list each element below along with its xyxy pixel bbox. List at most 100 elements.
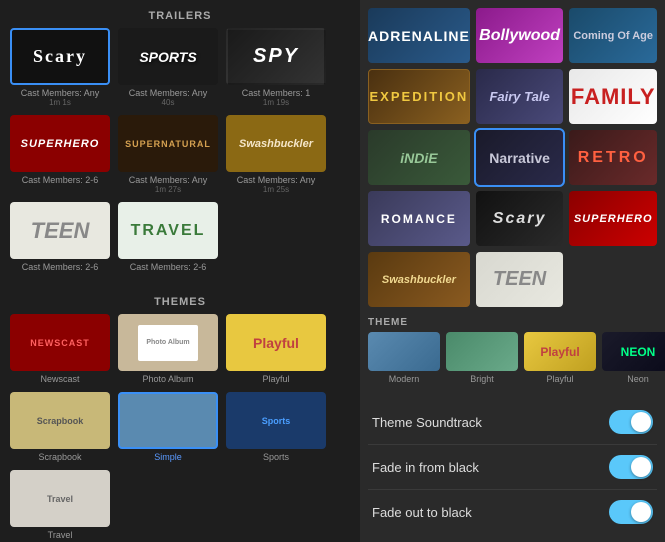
theme-item-scrapbook[interactable]: Scrapbook Scrapbook: [10, 392, 110, 462]
toggle-knob-fade-in: [631, 457, 651, 477]
theme-scroll-item-playful[interactable]: Playful Playful: [524, 332, 596, 384]
trailer-cell-expedition[interactable]: EXPEDITION: [368, 69, 470, 124]
themes-section-title: THEMES: [0, 286, 360, 314]
theme-thumb-newscast[interactable]: NEWSCAST: [10, 314, 110, 371]
trailer-sub-spy: 1m 19s: [263, 98, 289, 107]
theme-scroll-label-neon: Neon: [627, 374, 649, 384]
trailer-item-swashbuckler[interactable]: Swashbuckler Cast Members: Any 1m 25s: [226, 115, 326, 194]
theme-thumb-photoalbum[interactable]: Photo Album: [118, 314, 218, 371]
trailer-row-1: Scary Cast Members: Any 1m 1s SPORTS Cas…: [0, 28, 360, 107]
toggle-knob-fade-out: [631, 502, 651, 522]
left-panel: TRAILERS Scary Cast Members: Any 1m 1s S…: [0, 0, 360, 542]
themes-row-2: Scrapbook Scrapbook Simple Sports Sports: [0, 392, 360, 462]
theme-thumb-playful[interactable]: Playful: [226, 314, 326, 371]
theme-scroll-thumb-playful[interactable]: Playful: [524, 332, 596, 371]
trailer-item-scary[interactable]: Scary Cast Members: Any 1m 1s: [10, 28, 110, 107]
theme-item-playful[interactable]: Playful Playful: [226, 314, 326, 384]
theme-scroll-row: Modern Bright Playful Playful NEON Neon: [360, 332, 665, 392]
theme-label-newscast: Newscast: [40, 374, 79, 384]
trailer-row-2: SUPERHERO Cast Members: 2-6 SUPERNATURAL…: [0, 115, 360, 194]
trailer-cell-teen[interactable]: TEEN: [476, 252, 564, 307]
theme-scroll-item-neon[interactable]: NEON Neon: [602, 332, 665, 384]
setting-label-theme-soundtrack: Theme Soundtrack: [372, 415, 482, 430]
setting-row-theme-soundtrack: Theme Soundtrack: [368, 400, 657, 444]
trailer-cell-scary[interactable]: Scary: [476, 191, 564, 246]
trailer-item-superhero[interactable]: SUPERHERO Cast Members: 2-6: [10, 115, 110, 194]
trailer-label-swashbuckler: Cast Members: Any: [237, 175, 316, 185]
theme-scroll-thumb-bright[interactable]: [446, 332, 518, 371]
theme-scroll-item-modern[interactable]: Modern: [368, 332, 440, 384]
toggle-fade-in[interactable]: [609, 455, 653, 479]
theme-scroll-label-modern: Modern: [389, 374, 420, 384]
trailer-thumb-superhero[interactable]: SUPERHERO: [10, 115, 110, 172]
setting-row-fade-out: Fade out to black: [368, 489, 657, 534]
theme-item-sports-th[interactable]: Sports Sports: [226, 392, 326, 462]
theme-label-playful: Playful: [262, 374, 289, 384]
theme-label-sports-th: Sports: [263, 452, 289, 462]
trailer-thumb-travel[interactable]: TRAVEL: [118, 202, 218, 259]
theme-label-photoalbum: Photo Album: [142, 374, 193, 384]
trailer-cell-fairytale[interactable]: Fairy Tale: [476, 69, 564, 124]
trailer-item-sports[interactable]: SPORTS Cast Members: Any 40s: [118, 28, 218, 107]
theme-scroll-thumb-neon[interactable]: NEON: [602, 332, 665, 371]
trailer-cell-retro[interactable]: RETRO: [569, 130, 657, 185]
trailer-cell-comingofage[interactable]: Coming Of Age: [569, 8, 657, 63]
trailer-cell-narrative[interactable]: Narrative: [476, 130, 564, 185]
trailer-item-spy[interactable]: SPY Cast Members: 1 1m 19s: [226, 28, 326, 107]
trailer-sub-swashbuckler: 1m 25s: [263, 185, 289, 194]
setting-label-fade-out: Fade out to black: [372, 505, 472, 520]
trailer-label-sports: Cast Members: Any: [129, 88, 208, 98]
trailer-item-supernatural[interactable]: SUPERNATURAL Cast Members: Any 1m 27s: [118, 115, 218, 194]
themes-row-1: NEWSCAST Newscast Photo Album Photo Albu…: [0, 314, 360, 384]
trailer-cell-swashbuckler[interactable]: Swashbuckler: [368, 252, 470, 307]
right-panel: ADRENALINE Bollywood Coming Of Age EXPED…: [360, 0, 665, 542]
theme-scroll-label-bright: Bright: [470, 374, 494, 384]
trailer-grid: ADRENALINE Bollywood Coming Of Age EXPED…: [360, 0, 665, 311]
trailer-label-spy: Cast Members: 1: [242, 88, 311, 98]
theme-item-simple[interactable]: Simple: [118, 392, 218, 462]
trailer-thumb-supernatural[interactable]: SUPERNATURAL: [118, 115, 218, 172]
theme-item-photoalbum[interactable]: Photo Album Photo Album: [118, 314, 218, 384]
theme-label-scrapbook: Scrapbook: [38, 452, 81, 462]
trailer-label-travel: Cast Members: 2-6: [130, 262, 207, 272]
trailer-label-scary: Cast Members: Any: [21, 88, 100, 98]
setting-row-fade-in: Fade in from black: [368, 444, 657, 489]
trailer-row-3: TEEN Cast Members: 2-6 TRAVEL Cast Membe…: [0, 202, 360, 272]
setting-label-fade-in: Fade in from black: [372, 460, 479, 475]
theme-thumb-simple[interactable]: [118, 392, 218, 449]
theme-thumb-sports[interactable]: Sports: [226, 392, 326, 449]
theme-thumb-scrapbook[interactable]: Scrapbook: [10, 392, 110, 449]
theme-scroll-label-playful: Playful: [546, 374, 573, 384]
trailer-thumb-teen[interactable]: TEEN: [10, 202, 110, 259]
theme-scroll-thumb-modern[interactable]: [368, 332, 440, 371]
trailer-cell-romance[interactable]: ROMANCE: [368, 191, 470, 246]
settings-section: Theme Soundtrack Fade in from black Fade…: [360, 392, 665, 542]
trailer-cell-family[interactable]: FAMILY: [569, 69, 657, 124]
theme-item-travel-th[interactable]: Travel Travel: [10, 470, 110, 540]
theme-label-simple: Simple: [154, 452, 182, 462]
trailer-label-teen: Cast Members: 2-6: [22, 262, 99, 272]
trailer-sub-scary: 1m 1s: [49, 98, 71, 107]
trailer-label-supernatural: Cast Members: Any: [129, 175, 208, 185]
trailer-thumb-scary[interactable]: Scary: [10, 28, 110, 85]
theme-thumb-travel[interactable]: Travel: [10, 470, 110, 527]
theme-scroll-item-bright[interactable]: Bright: [446, 332, 518, 384]
toggle-fade-out[interactable]: [609, 500, 653, 524]
toggle-theme-soundtrack[interactable]: [609, 410, 653, 434]
themes-row-3: Travel Travel: [0, 470, 360, 540]
trailer-item-travel[interactable]: TRAVEL Cast Members: 2-6: [118, 202, 218, 272]
trailer-label-superhero: Cast Members: 2-6: [22, 175, 99, 185]
theme-label-travel-th: Travel: [48, 530, 73, 540]
trailer-cell-adrenaline[interactable]: ADRENALINE: [368, 8, 470, 63]
trailer-thumb-sports[interactable]: SPORTS: [118, 28, 218, 85]
theme-section-label: THEME: [360, 311, 665, 332]
trailer-item-teen[interactable]: TEEN Cast Members: 2-6: [10, 202, 110, 272]
theme-item-newscast[interactable]: NEWSCAST Newscast: [10, 314, 110, 384]
trailers-section-title: TRAILERS: [0, 0, 360, 28]
toggle-knob-theme-soundtrack: [631, 412, 651, 432]
trailer-cell-superhero[interactable]: SUPERHERO: [569, 191, 657, 246]
trailer-cell-bollywood[interactable]: Bollywood: [476, 8, 564, 63]
trailer-thumb-spy[interactable]: SPY: [226, 28, 326, 85]
trailer-cell-indie[interactable]: iNDiE: [368, 130, 470, 185]
trailer-thumb-swashbuckler[interactable]: Swashbuckler: [226, 115, 326, 172]
